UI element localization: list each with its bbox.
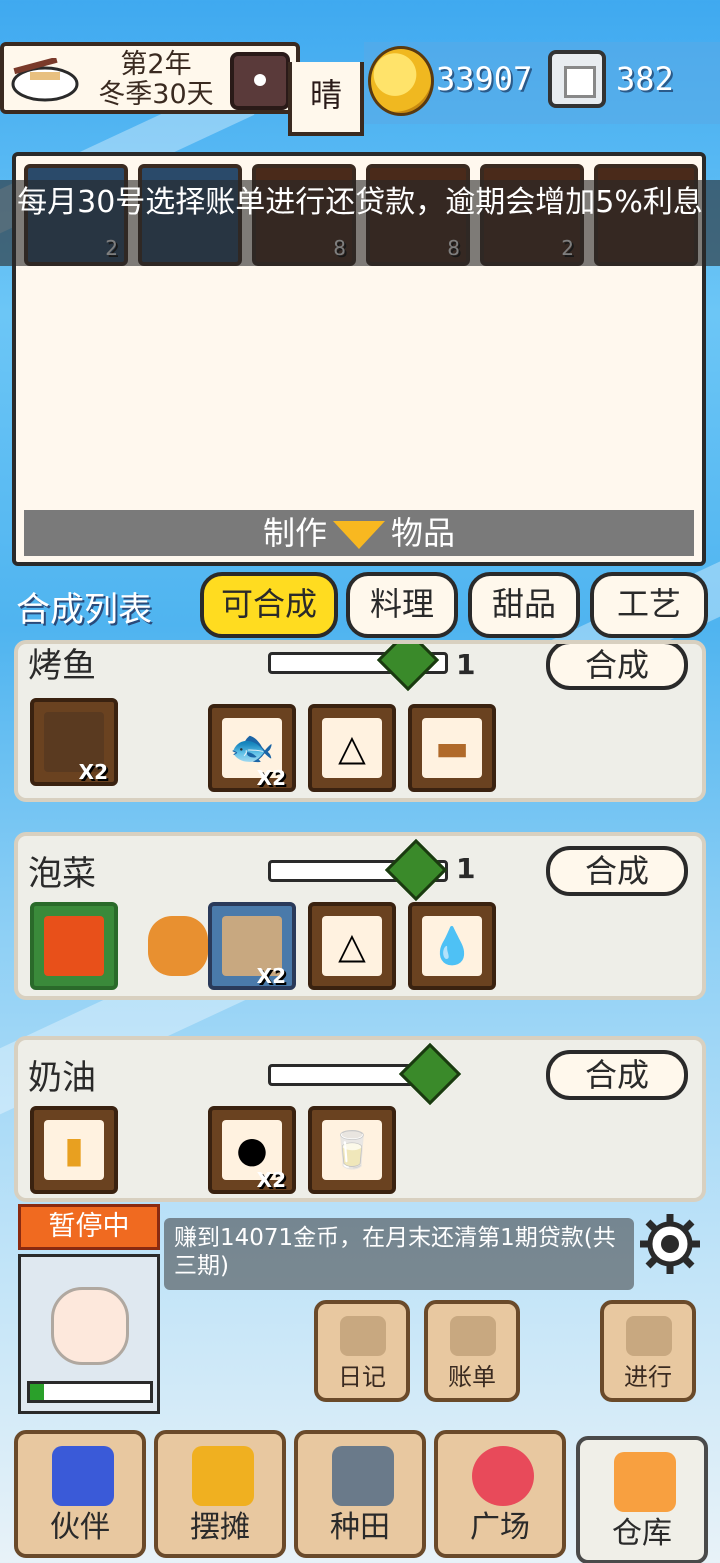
gem-icon — [548, 50, 606, 108]
watering-can-icon — [332, 1446, 394, 1506]
nav-plaza[interactable]: 广场 — [434, 1430, 566, 1558]
resource-bar: 33907 382 — [364, 42, 720, 124]
clock-icon[interactable] — [230, 52, 290, 110]
season-day-label: 冬季30天 — [98, 79, 214, 110]
basket-icon — [148, 916, 208, 976]
house-icon — [614, 1452, 676, 1512]
recipe-name: 奶油 — [28, 1058, 96, 1098]
make-item-button[interactable]: 制作 物品 — [24, 510, 694, 556]
ingredient-item[interactable]: ● X2 — [208, 1106, 296, 1194]
ingredient-item[interactable]: △ — [308, 902, 396, 990]
slider-knob[interactable] — [398, 1042, 462, 1106]
date-text: 第2年 冬季30天 — [86, 50, 226, 110]
weather-label: 晴 — [288, 62, 364, 136]
tip-banner: 每月30号选择账单进行还贷款，逾期会增加5%利息 — [0, 180, 720, 266]
craft-list-title: 合成列表 — [16, 590, 152, 630]
triangle-down-icon — [333, 521, 385, 549]
gear-icon[interactable] — [638, 1212, 702, 1276]
recipe-card: 烤鱼 1 合成 X2 🐟 X2 △ ▬ — [14, 640, 706, 802]
craft-button[interactable]: 合成 — [546, 1050, 688, 1100]
pancake-icon — [192, 1446, 254, 1506]
salt-icon: △ — [322, 718, 382, 778]
make-label: 制作 — [262, 514, 327, 552]
nav-warehouse[interactable]: 仓库 — [576, 1436, 708, 1563]
tab-craft[interactable]: 工艺 — [590, 572, 708, 638]
bowl-icon — [11, 58, 79, 102]
recipe-name: 泡菜 — [28, 854, 96, 894]
salt-icon: △ — [322, 916, 382, 976]
ingredient-item[interactable]: △ — [308, 704, 396, 792]
coin-icon — [368, 46, 434, 116]
kimchi-jar-icon — [44, 916, 104, 976]
water-drop-icon: 💧 — [422, 916, 482, 976]
year-label: 第2年 — [120, 49, 192, 80]
item-label: 物品 — [391, 514, 456, 552]
diary-button[interactable]: 日记 — [314, 1300, 410, 1402]
avatar[interactable] — [18, 1254, 160, 1414]
people-icon — [52, 1446, 114, 1506]
ingredient-item[interactable]: 🥛 — [308, 1106, 396, 1194]
cream-bottle-icon: ▮ — [44, 1120, 104, 1180]
slider-knob[interactable] — [384, 838, 447, 902]
tab-cooking[interactable]: 料理 — [346, 572, 458, 638]
diary-icon — [340, 1316, 386, 1356]
flower-icon — [472, 1446, 534, 1506]
tab-craftable[interactable]: 可合成 — [200, 572, 338, 638]
proceed-button[interactable]: 进行 — [600, 1300, 696, 1402]
nav-partners[interactable]: 伙伴 — [14, 1430, 146, 1558]
quantity-value: 1 — [456, 852, 476, 885]
date-panel: 第2年 冬季30天 — [0, 42, 300, 114]
recipe-card: 泡菜 1 合成 X2 △ 💧 — [14, 832, 706, 1000]
energy-bar — [27, 1381, 153, 1403]
trophy-icon — [450, 1316, 496, 1356]
craft-button[interactable]: 合成 — [546, 846, 688, 896]
milk-bottle-icon: 🥛 — [322, 1120, 382, 1180]
output-item[interactable]: X2 — [30, 698, 118, 786]
fast-forward-icon — [626, 1316, 672, 1356]
recipe-card: 奶油 合成 ▮ ● X2 🥛 — [14, 1036, 706, 1202]
ingredient-item[interactable]: 💧 — [408, 902, 496, 990]
character-face-icon — [51, 1287, 129, 1365]
slider-knob[interactable] — [377, 644, 440, 692]
paused-badge[interactable]: 暂停中 — [18, 1204, 160, 1250]
output-item[interactable] — [30, 902, 118, 990]
nav-farm[interactable]: 种田 — [294, 1430, 426, 1558]
tab-dessert[interactable]: 甜品 — [468, 572, 580, 638]
gem-count: 382 — [616, 60, 674, 98]
output-item[interactable]: ▮ — [30, 1106, 118, 1194]
nav-stall[interactable]: 摆摊 — [154, 1430, 286, 1558]
ingredient-item[interactable]: ▬ — [408, 704, 496, 792]
coin-count: 33907 — [436, 60, 533, 98]
ingredient-item[interactable]: X2 — [208, 902, 296, 990]
ingredient-item[interactable]: 🐟 X2 — [208, 704, 296, 792]
bill-button[interactable]: 账单 — [424, 1300, 520, 1402]
craft-button[interactable]: 合成 — [546, 644, 688, 690]
energy-fill — [30, 1384, 45, 1400]
quantity-value: 1 — [456, 648, 476, 681]
task-text: 赚到14071金币，在月末还清第1期贷款(共三期) — [164, 1218, 634, 1290]
wood-icon: ▬ — [422, 718, 482, 778]
recipe-name: 烤鱼 — [28, 646, 96, 686]
